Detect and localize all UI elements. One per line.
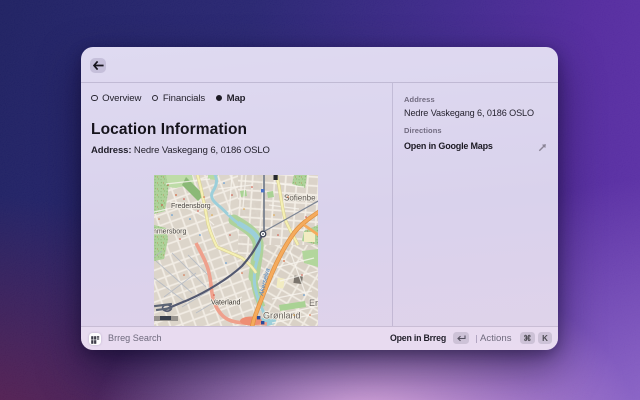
svg-text:Grønland: Grønland	[263, 311, 301, 321]
svg-text:Fredensborg: Fredensborg	[171, 203, 211, 210]
svg-text:Er: Er	[309, 298, 318, 308]
svg-text:mmersborg: mmersborg	[154, 229, 187, 236]
svg-text:Vaterland: Vaterland	[211, 300, 241, 307]
svg-text:Sofienbe: Sofienbe	[284, 194, 316, 203]
